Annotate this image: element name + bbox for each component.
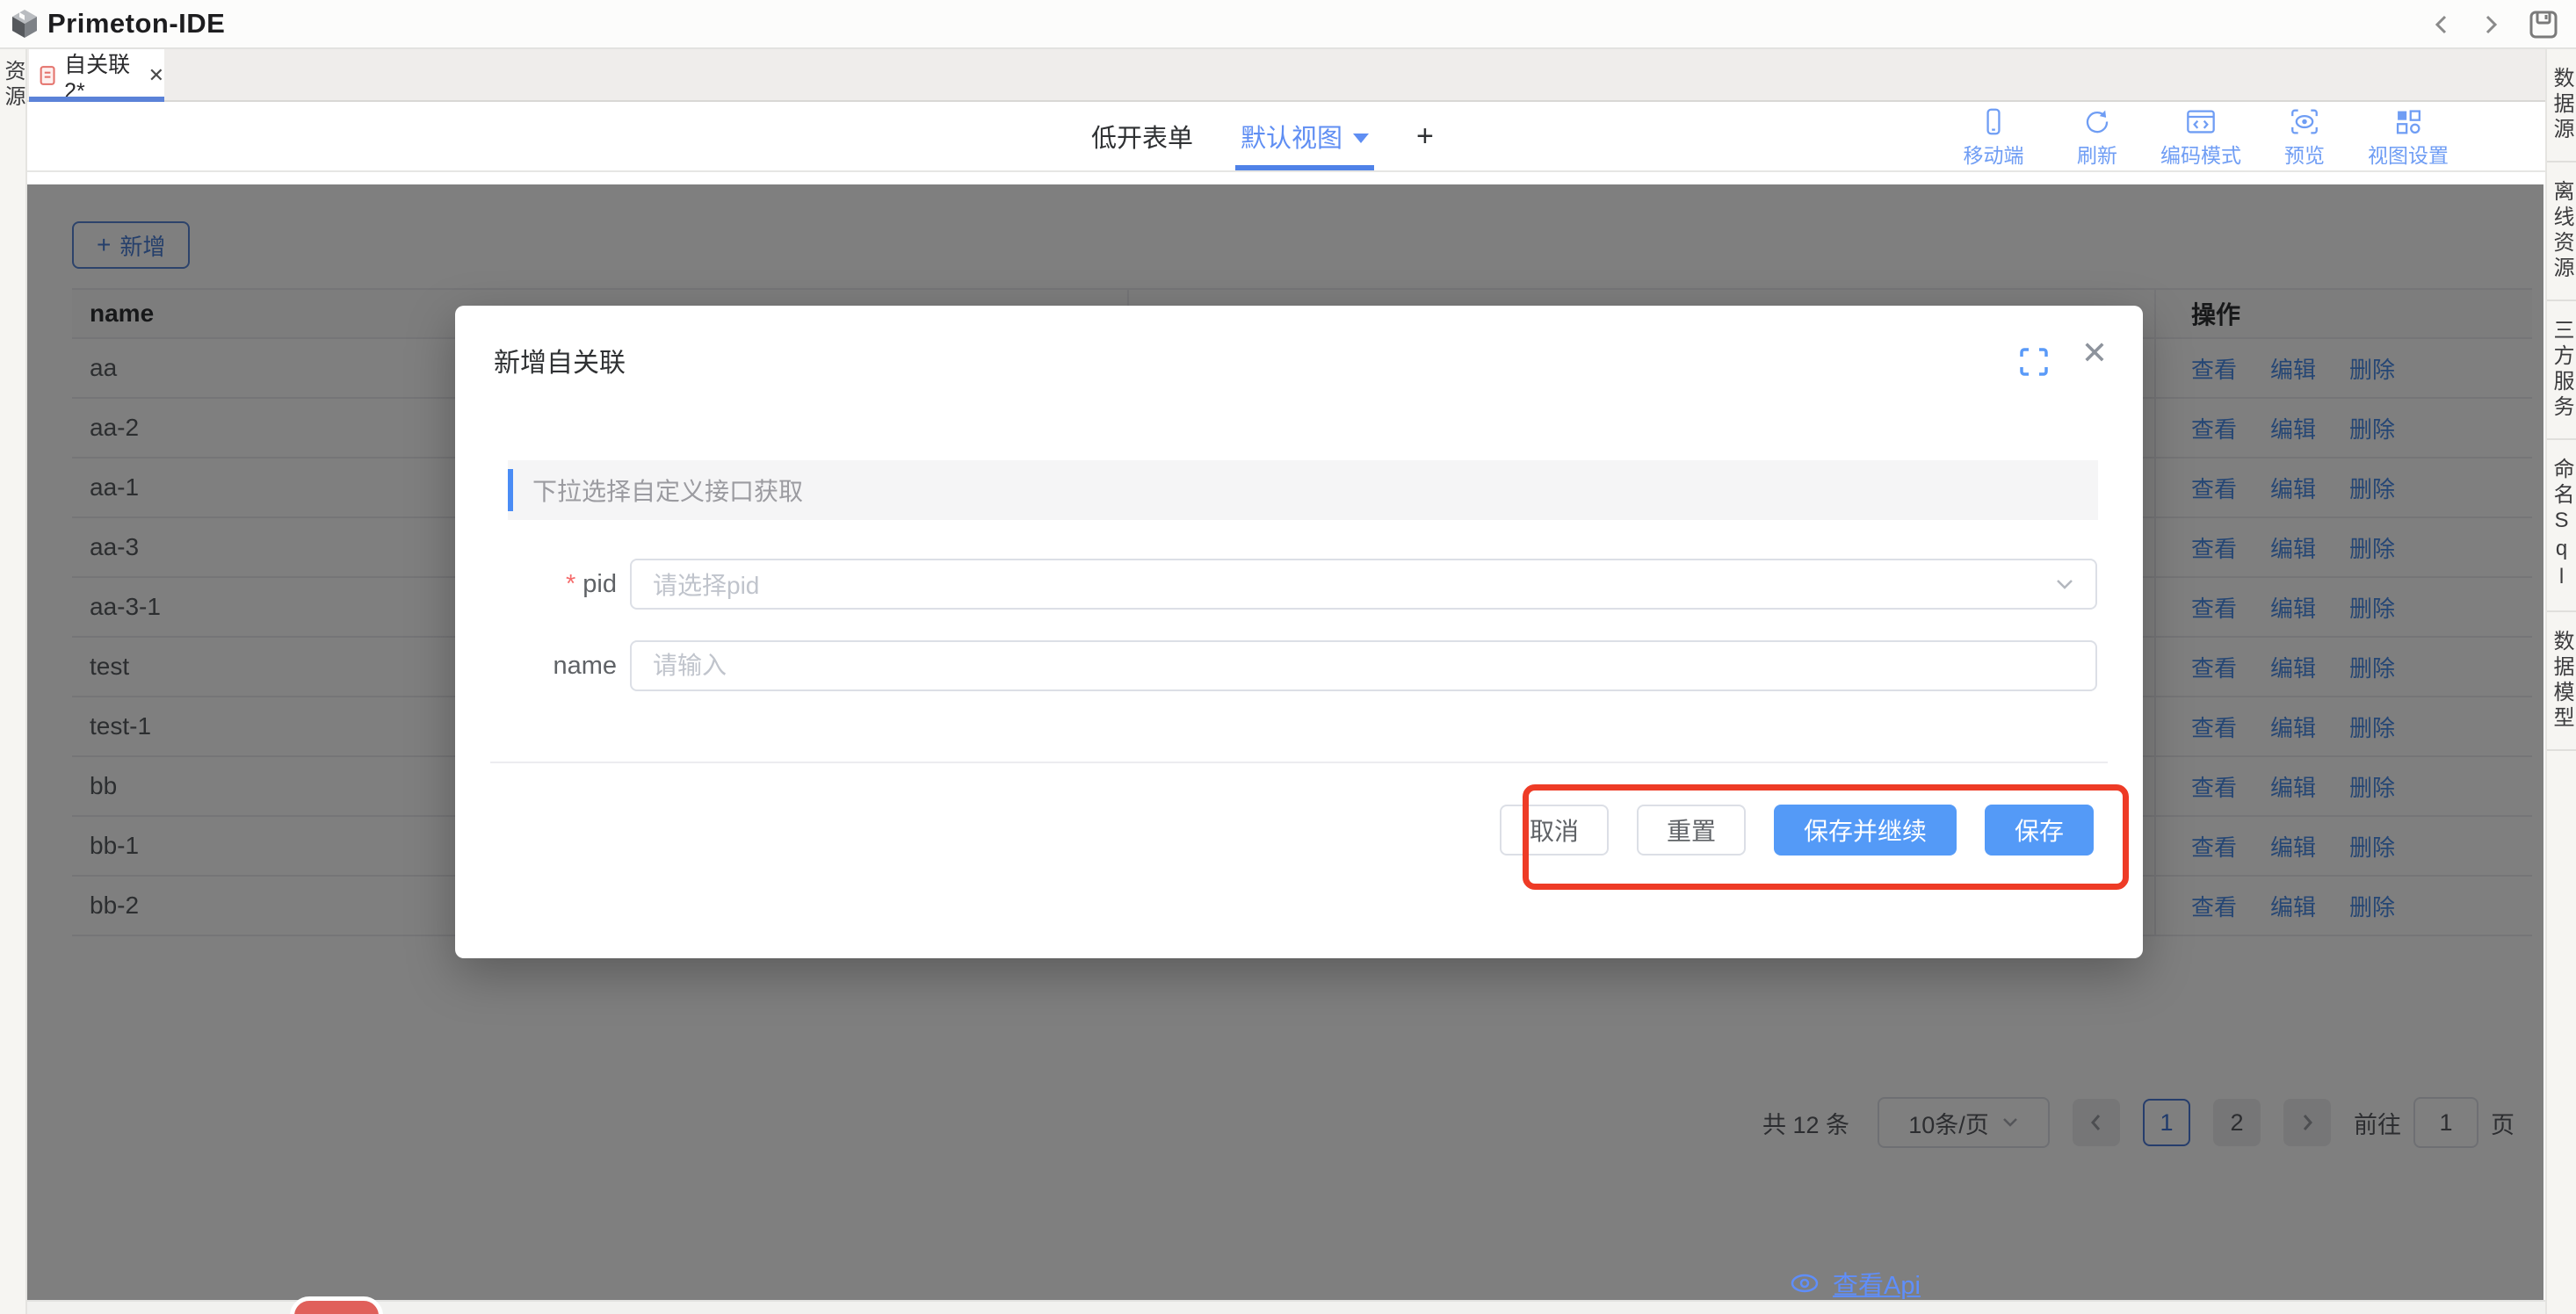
dialog-close-icon[interactable]: ✕	[2081, 337, 2108, 369]
footer-divider	[490, 762, 2108, 763]
dialog-title: 新增自关联	[494, 341, 626, 379]
file-tab-strip: 自关联2* ✕	[27, 49, 2545, 102]
file-tab-label: 自关联2*	[64, 47, 135, 105]
right-sidebar-item[interactable]: 数据源	[2547, 49, 2576, 162]
nav-back-icon[interactable]	[2430, 11, 2453, 38]
name-input[interactable]	[630, 640, 2097, 691]
preview-eye-icon	[2288, 107, 2321, 136]
code-mode-icon	[2184, 107, 2218, 136]
mobile-icon	[1979, 107, 2008, 136]
toolbar-preview-button[interactable]: 预览	[2253, 107, 2356, 169]
add-view-tab-button[interactable]: +	[1416, 119, 1434, 154]
fullscreen-icon[interactable]	[2018, 346, 2050, 378]
right-sidebar-item[interactable]: 数据模型	[2547, 612, 2576, 751]
toolbar-mobile-button[interactable]: 移动端	[1942, 107, 2045, 169]
dialog-footer: 取消 重置 保存并继续 保存	[1500, 805, 2094, 856]
chevron-down-icon[interactable]	[1353, 134, 1369, 143]
view-settings-icon	[2392, 107, 2424, 136]
refresh-icon	[2081, 107, 2113, 136]
bottom-scroll-strip	[27, 1300, 2545, 1314]
right-sidebar-item[interactable]: 命名Sql	[2547, 440, 2576, 612]
cancel-button[interactable]: 取消	[1500, 805, 1609, 856]
form-row-pid: pid 请选择pid	[455, 559, 2143, 610]
eye-icon	[1789, 1270, 1820, 1296]
file-tab-close-icon[interactable]: ✕	[148, 64, 164, 87]
left-sidebar: 资源	[0, 49, 27, 1314]
chevron-down-icon	[2055, 577, 2074, 591]
pid-select[interactable]: 请选择pid	[630, 559, 2097, 610]
file-doc-icon	[40, 63, 55, 88]
toolbar-view-settings-button[interactable]: 视图设置	[2356, 107, 2460, 169]
toolbar-code-mode-button[interactable]: 编码模式	[2149, 107, 2253, 169]
section-header-label: 下拉选择自定义接口获取	[532, 460, 803, 520]
toolbar-refresh-button[interactable]: 刷新	[2045, 107, 2149, 169]
tab-default-view[interactable]: 默认视图	[1241, 102, 1369, 170]
annotation-red-pill	[290, 1296, 383, 1314]
file-tab-self-relation[interactable]: 自关联2* ✕	[29, 49, 164, 102]
primeton-ide-window: Primeton-IDE 资源 数据源 离线资源	[0, 0, 2576, 1314]
add-self-relation-dialog: 新增自关联 ✕ 下拉选择自定义接口获取 pid 请选择pid name 取消	[455, 306, 2143, 958]
save-icon[interactable]	[2529, 10, 2558, 40]
pid-label: pid	[455, 559, 617, 610]
form-row-name: name	[455, 640, 2143, 691]
tab-low-code-form[interactable]: 低开表单	[1091, 118, 1193, 155]
section-accent-bar	[508, 469, 513, 511]
right-sidebar: 数据源 离线资源 三方服务 命名Sql 数据模型	[2545, 49, 2576, 1314]
view-tabs: 低开表单 默认视图 +	[1091, 102, 1434, 170]
save-button[interactable]: 保存	[1985, 805, 2094, 856]
right-sidebar-item[interactable]: 三方服务	[2547, 301, 2576, 440]
reset-button[interactable]: 重置	[1637, 805, 1746, 856]
app-logo-icon	[11, 9, 39, 39]
view-api-link[interactable]: 查看Api	[1789, 1265, 1921, 1302]
name-label: name	[455, 640, 617, 691]
view-toolbar: 移动端 刷新 编码模式	[1942, 107, 2460, 169]
pid-placeholder: 请选择pid	[653, 567, 2055, 602]
view-bar: 低开表单 默认视图 + 移动端 刷新	[27, 102, 2545, 172]
right-sidebar-item[interactable]: 离线资源	[2547, 162, 2576, 301]
save-and-continue-button[interactable]: 保存并继续	[1774, 805, 1957, 856]
title-bar: Primeton-IDE	[0, 0, 2576, 49]
nav-forward-icon[interactable]	[2479, 11, 2502, 38]
section-header-bar: 下拉选择自定义接口获取	[508, 460, 2098, 520]
sidebar-item-resources[interactable]: 资源	[0, 60, 28, 1314]
app-title: Primeton-IDE	[47, 8, 225, 40]
